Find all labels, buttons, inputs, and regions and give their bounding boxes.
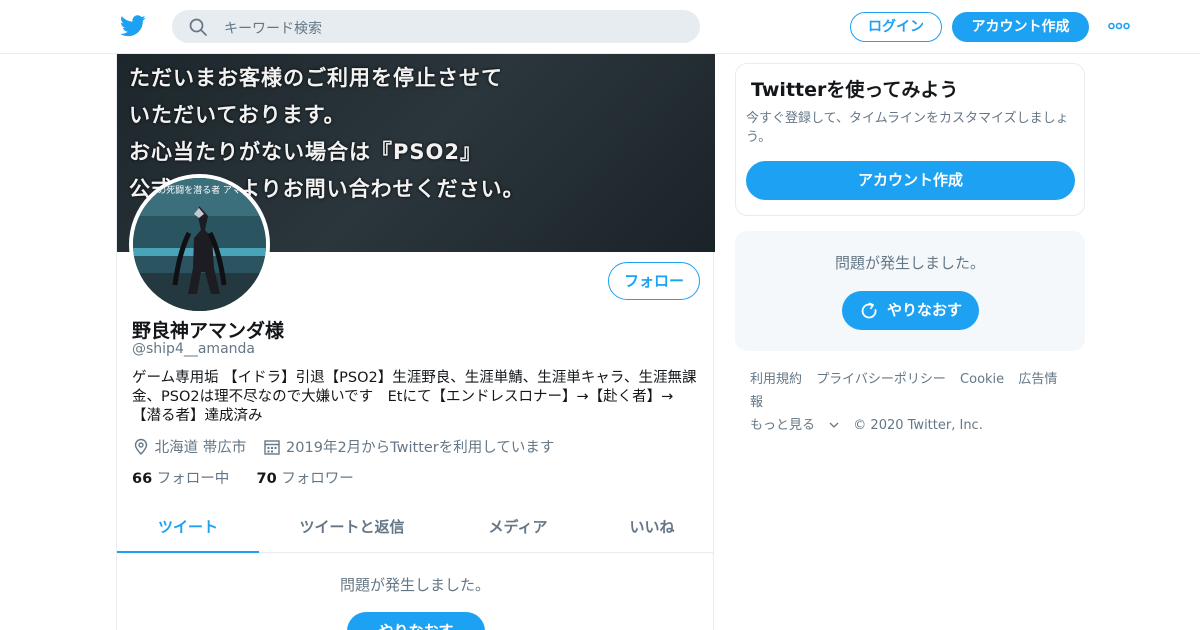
chevron-down-icon	[829, 422, 839, 428]
tab-tweets[interactable]: ツイート	[117, 506, 259, 553]
signup-card: Twitterを使ってみよう 今すぐ登録して、タイムラインをカスタマイズしましょ…	[735, 63, 1085, 216]
profile-bio: ゲーム専用垢 【イドラ】引退【PSO2】生涯野良、生涯単鯖、生涯単キャラ、生涯無…	[132, 370, 697, 424]
profile-column: ただいまお客様のご利用を停止させて いただいております。 お心当たりがない場合は…	[116, 54, 715, 630]
sidebar-error-message: 問題が発生しました。	[834, 254, 985, 272]
twitter-bird-logo-icon[interactable]	[120, 14, 146, 38]
footer-link-more[interactable]: もっと見る	[750, 418, 843, 433]
sidebar-error-card: 問題が発生しました。 やりなおす	[735, 231, 1085, 351]
feed-error-message: 問題が発生しました。	[339, 576, 490, 594]
banner-line: ただいまお客様のご利用を停止させて	[129, 66, 503, 90]
sidebar-footer: 利用規約 プライバシーポリシー Cookie 広告情報 もっと見る © 2020…	[750, 368, 1080, 437]
following-link[interactable]: 66 フォロー中	[132, 471, 229, 487]
footer-more-label: もっと見る	[750, 418, 816, 433]
avatar[interactable]: 追憶の死闘を潜る者 アマンダ	[129, 174, 270, 315]
footer-link-privacy[interactable]: プライバシーポリシー	[816, 372, 946, 387]
more-options-icon[interactable]	[1108, 20, 1130, 32]
profile-name: 野良神アマンダ様	[132, 320, 285, 342]
followers-count: 70	[256, 471, 277, 487]
location-pin-icon	[134, 438, 148, 455]
signup-card-title: Twitterを使ってみよう	[751, 79, 959, 101]
signup-card-description: 今すぐ登録して、タイムラインをカスタマイズしましょう。	[746, 111, 1069, 145]
following-label: フォロー中	[156, 471, 230, 487]
followers-label: フォロワー	[281, 471, 354, 487]
login-button[interactable]: ログイン	[850, 12, 942, 42]
tab-likes[interactable]: いいね	[587, 506, 717, 553]
profile-location: 北海道 帯広市	[154, 440, 247, 456]
profile-joined-date: 2019年2月からTwitterを利用しています	[286, 440, 555, 456]
refresh-icon	[861, 302, 877, 319]
profile-tabs: ツイート ツイートと返信 メディア いいね	[117, 506, 713, 553]
follow-button[interactable]: フォロー	[608, 262, 700, 300]
footer-copyright: © 2020 Twitter, Inc.	[853, 418, 983, 433]
followers-link[interactable]: 70 フォロワー	[257, 471, 354, 487]
search-icon	[189, 18, 207, 36]
search-input[interactable]: キーワード検索	[224, 18, 322, 38]
calendar-icon	[264, 439, 281, 455]
sidebar-retry-label: やりなおす	[887, 301, 963, 319]
profile-stats: 66 フォロー中 70 フォロワー	[132, 467, 354, 488]
footer-link-cookie[interactable]: Cookie	[960, 372, 1004, 387]
feed-retry-label: やりなおす	[378, 622, 453, 630]
tab-tweets-and-replies[interactable]: ツイートと返信	[281, 506, 423, 553]
signup-button[interactable]: アカウント作成	[952, 12, 1089, 42]
footer-link-terms[interactable]: 利用規約	[750, 372, 802, 387]
tab-media[interactable]: メディア	[447, 506, 589, 553]
banner-line: いただいております。	[129, 103, 346, 127]
search-box[interactable]: キーワード検索	[172, 10, 700, 43]
banner-line: お心当たりがない場合は『PSO2』	[129, 140, 482, 164]
game-character-avatar-image: 追憶の死闘を潜る者 アマンダ	[133, 178, 266, 311]
profile-handle[interactable]: @ship4__amanda	[132, 341, 255, 357]
profile-meta: 北海道 帯広市 2019年2月からTwitterを利用しています	[132, 436, 554, 457]
feed-retry-button[interactable]: やりなおす	[347, 612, 485, 630]
following-count: 66	[132, 471, 153, 487]
signup-card-button[interactable]: アカウント作成	[746, 161, 1075, 200]
top-navigation-bar: キーワード検索 ログイン アカウント作成	[0, 0, 1200, 54]
sidebar-retry-button[interactable]: やりなおす	[842, 291, 979, 330]
